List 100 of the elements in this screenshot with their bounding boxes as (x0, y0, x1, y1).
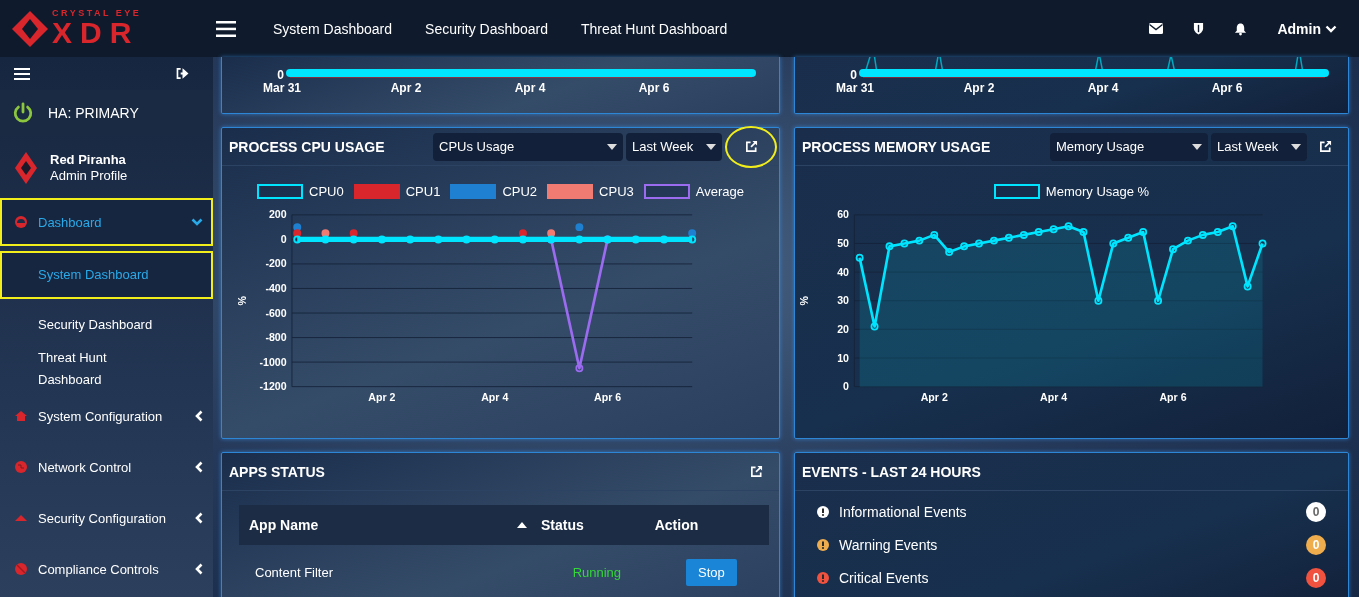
panel-title: PROCESS MEMORY USAGE (802, 138, 991, 155)
column-header[interactable]: Action (653, 505, 769, 545)
x-tick-label: Apr 4 (1040, 390, 1068, 403)
point (1109, 239, 1118, 248)
y-tick-label: 60 (837, 208, 849, 221)
column-header[interactable]: App Name (239, 505, 540, 545)
point (1228, 222, 1237, 231)
x-tick-label: Apr 4 (514, 81, 546, 95)
point (885, 242, 894, 251)
ha-status: HA: PRIMARY (48, 104, 139, 121)
menu-icon[interactable] (216, 20, 236, 37)
external-link-icon (749, 465, 763, 478)
nav-link[interactable]: Threat Hunt Dashboard (581, 20, 728, 37)
x-tick-label: Apr 4 (1087, 81, 1119, 95)
event-label: Critical Events (839, 569, 930, 586)
y-tick-label: -1000 (259, 355, 287, 368)
point (293, 229, 302, 238)
user-menu[interactable]: Admin (1277, 20, 1337, 37)
point (293, 223, 302, 232)
point (1198, 230, 1207, 239)
nav-link[interactable]: Security Dashboard (425, 20, 548, 37)
logout-icon[interactable] (176, 68, 189, 79)
sidebar-item[interactable]: System Configuration (0, 392, 213, 440)
bell-icon[interactable] (1234, 21, 1248, 36)
sidebar-subitem[interactable]: Threat Hunt Dashboard (0, 347, 213, 391)
house-icon (14, 409, 28, 423)
axis-label: % (798, 296, 811, 306)
point (321, 229, 330, 238)
y-tick-label: 20 (837, 322, 849, 335)
count-badge: 0 (1306, 534, 1326, 555)
point (688, 235, 697, 244)
menu-icon[interactable] (14, 67, 30, 80)
profile-name: Red Piranha (50, 152, 127, 168)
sidebar-item[interactable]: Dashboard (0, 198, 213, 246)
y-tick-label: 10 (837, 351, 849, 364)
point (1064, 222, 1073, 231)
axis-label: % (235, 296, 248, 306)
exclamation-icon (817, 571, 829, 584)
y-tick-label: 200 (268, 208, 287, 221)
y-tick-label: -600 (265, 306, 287, 319)
metric-dropdown[interactable]: CPUs Usage (433, 132, 623, 161)
y-tick-label: -1200 (259, 380, 287, 393)
legend-label: Average (695, 183, 744, 199)
point (293, 235, 302, 244)
point (1183, 236, 1192, 245)
external-link-icon (744, 140, 758, 153)
sidebar-item[interactable]: Security Configuration (0, 494, 213, 542)
ban-icon (14, 562, 28, 576)
x-tick-label: Mar 31 (836, 81, 874, 95)
x-tick-label: Apr 6 (638, 81, 670, 95)
point (960, 242, 969, 251)
column-header[interactable]: Status (540, 505, 654, 545)
panel-title: EVENTS - LAST 24 HOURS (802, 463, 981, 480)
profile-role: Admin Profile (50, 168, 128, 184)
sidebar-item[interactable]: Network Control (0, 443, 213, 491)
point (1213, 228, 1222, 237)
shield-icon[interactable] (1193, 22, 1205, 35)
external-link-icon (1318, 140, 1332, 153)
y-tick-label: 40 (837, 265, 849, 278)
x-tick-label: Apr 6 (594, 390, 622, 403)
range-dropdown[interactable]: Last Week (1211, 132, 1307, 161)
sidebar-item[interactable]: Compliance Controls (0, 545, 213, 593)
legend-label: CPU0 (309, 183, 344, 199)
exclamation-icon (817, 538, 829, 551)
stop-button[interactable]: Stop (686, 558, 737, 586)
y-tick-label: -800 (265, 331, 287, 344)
x-tick-label: Apr 2 (368, 390, 396, 403)
y-tick-label: 0 (280, 232, 287, 245)
point (1049, 225, 1058, 234)
logo-mark-icon (14, 151, 38, 185)
open-external-button[interactable] (725, 125, 777, 168)
nav-link[interactable]: System Dashboard (273, 20, 393, 37)
sidebar-subitem[interactable]: System Dashboard (0, 251, 213, 299)
power-icon (12, 101, 34, 124)
legend-label: Memory Usage % (1045, 183, 1150, 199)
sidebar-subitem[interactable]: Security Dashboard (0, 303, 213, 347)
x-tick-label: Mar 31 (263, 81, 301, 95)
panel-title: APPS STATUS (229, 463, 325, 480)
count-badge: 0 (1306, 501, 1326, 522)
y-tick-label: 0 (277, 68, 284, 82)
legend-label: CPU3 (599, 183, 634, 199)
caret-icon (706, 143, 716, 150)
point (575, 223, 584, 232)
chevron-down-icon (1325, 24, 1337, 33)
envelope-icon[interactable] (1149, 23, 1164, 34)
point (1154, 296, 1163, 305)
caret-icon (607, 143, 617, 150)
point (349, 229, 358, 238)
point (915, 236, 924, 245)
x-tick-label: Apr 6 (1211, 81, 1243, 95)
point (975, 239, 984, 248)
y-tick-label: 30 (837, 294, 849, 307)
x-tick-label: Apr 2 (390, 81, 422, 95)
caret-icon (1192, 143, 1202, 150)
range-dropdown[interactable]: Last Week (626, 132, 722, 161)
x-tick-label: Apr 2 (963, 81, 995, 95)
metric-dropdown[interactable]: Memory Usage (1050, 132, 1208, 161)
logo-name: XDR (52, 18, 141, 48)
caret-icon (1291, 143, 1301, 150)
gauge-icon (14, 215, 28, 229)
